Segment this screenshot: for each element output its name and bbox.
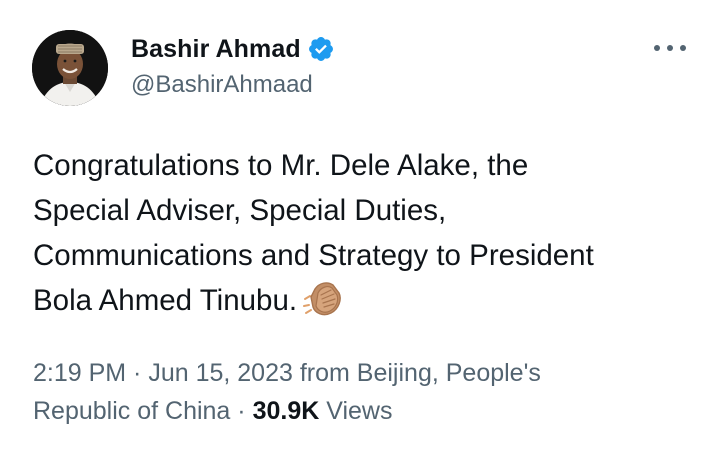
author-info: Bashir Ahmad @BashirAhmaad — [131, 32, 335, 99]
more-horizontal-icon — [654, 45, 660, 51]
meta-line-1: 2:19 PM · Jun 15, 2023 from Beijing, Peo… — [33, 354, 693, 392]
display-name[interactable]: Bashir Ahmad — [131, 35, 301, 64]
avatar[interactable] — [32, 30, 108, 106]
meta-separator: · — [230, 397, 253, 425]
avatar-image — [32, 30, 108, 106]
tweet-card: Bashir Ahmad @BashirAhmaad Congratulatio… — [0, 0, 720, 458]
tweet-text-line: Congratulations to Mr. Dele Alake, the — [33, 149, 529, 182]
tweet-text-line: Communications and Strategy to President — [33, 239, 594, 272]
more-horizontal-icon-dot — [680, 45, 686, 51]
more-options-button[interactable] — [654, 38, 686, 58]
views-label: Views — [319, 397, 393, 425]
tweet-date[interactable]: Jun 15, 2023 — [148, 359, 293, 387]
more-horizontal-icon-dot — [667, 45, 673, 51]
clapping-hands-icon — [301, 279, 343, 319]
tweet-text-line-last: Bola Ahmed Tinubu. — [33, 278, 693, 323]
tweet-location: from Beijing, People's — [292, 359, 541, 387]
tweet-text: Congratulations to Mr. Dele Alake, the S… — [33, 143, 693, 323]
tweet-time[interactable]: 2:19 PM — [33, 359, 126, 387]
meta-separator: · — [126, 359, 149, 387]
handle[interactable]: @BashirAhmaad — [131, 71, 335, 99]
tweet-text-line: Special Adviser, Special Duties, — [33, 194, 447, 227]
meta-line-2: Republic of China · 30.9K Views — [33, 392, 693, 430]
tweet-location-cont: Republic of China — [33, 397, 231, 425]
tweet-text-line: Bola Ahmed Tinubu. — [33, 284, 298, 317]
name-row: Bashir Ahmad — [131, 32, 335, 66]
tweet-metadata: 2:19 PM · Jun 15, 2023 from Beijing, Peo… — [33, 354, 693, 430]
views-count[interactable]: 30.9K — [253, 397, 320, 425]
verified-badge-icon[interactable] — [307, 35, 335, 63]
